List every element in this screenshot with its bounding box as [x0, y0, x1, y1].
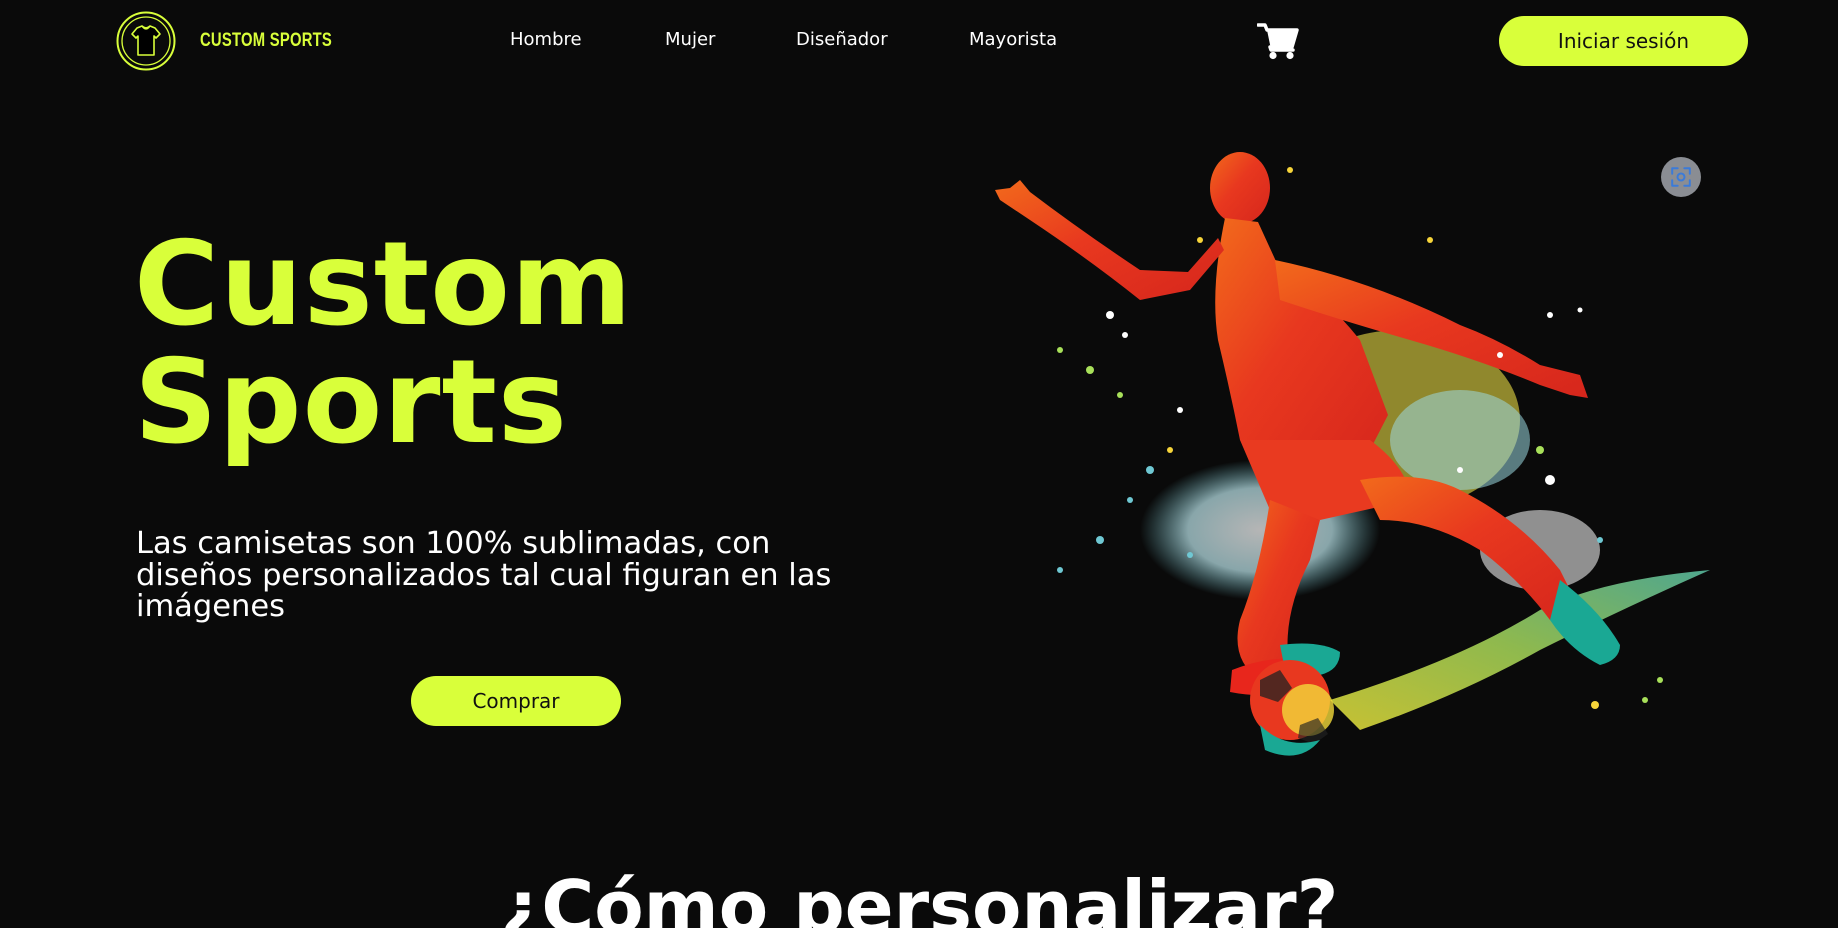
- buy-button[interactable]: Comprar: [411, 676, 621, 726]
- soccer-player-paint-splash-illustration: [995, 152, 1710, 756]
- section-heading-como-personalizar: ¿Cómo personalizar?: [499, 865, 1339, 928]
- hero-title-line-1: Custom: [134, 217, 633, 352]
- shopping-cart-icon[interactable]: [1256, 22, 1299, 60]
- login-button[interactable]: Iniciar sesión: [1499, 16, 1748, 66]
- brand-name: CUSTOM SPORTS: [200, 30, 333, 51]
- hero-description: Las camisetas son 100% sublimadas, con d…: [136, 526, 832, 624]
- nav-link-disenador[interactable]: Diseñador: [796, 29, 888, 50]
- brand-logo-link[interactable]: CUSTOM SPORTS: [116, 11, 369, 71]
- nav-link-mayorista[interactable]: Mayorista: [969, 29, 1057, 50]
- nav-link-mujer[interactable]: Mujer: [665, 29, 715, 50]
- hero-title: Custom Sports: [134, 226, 633, 462]
- visual-search-icon[interactable]: [1661, 157, 1701, 197]
- page: CUSTOM SPORTS Hombre Mujer Diseñador May…: [0, 0, 1838, 928]
- tshirt-badge-icon: [116, 11, 176, 71]
- hero-title-line-2: Sports: [134, 335, 568, 470]
- nav-link-hombre[interactable]: Hombre: [510, 29, 582, 50]
